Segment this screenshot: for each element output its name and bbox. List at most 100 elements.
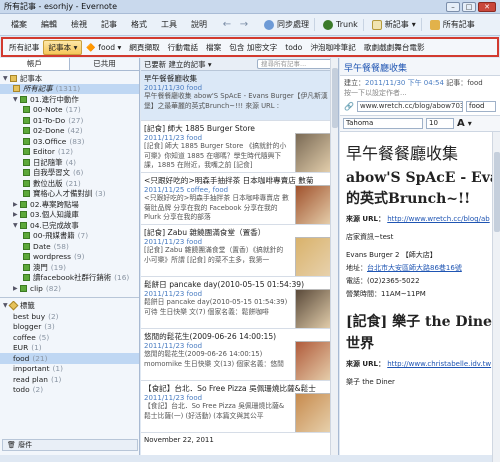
menu-format[interactable]: 格式 [124,19,154,30]
chevron-down-icon[interactable]: ▾ [412,20,416,29]
window-title: 所有記事 - esorhjy - Evernote [4,2,117,11]
sidebar-notebook-item[interactable]: 03.Office (83) [0,136,139,147]
menu-note[interactable]: 記事 [94,19,124,30]
back-arrow-icon[interactable]: ← [220,18,234,32]
sidebar-tag-item[interactable]: food (21) [0,353,139,364]
sidebar-notebook-item[interactable]: Editor (12) [0,147,139,158]
note-card[interactable]: 悠閒的鬆花生(2009-06-26 14:00:15) 2011/11/23 fo… [141,329,338,381]
tag-field[interactable]: food [466,101,496,112]
filter-food[interactable]: 🔶 food ▾ [82,42,125,53]
size-select[interactable]: 10 [426,118,454,129]
tab-account[interactable]: 帳戶 [0,58,70,70]
sync-label: 同步處理 [277,20,309,29]
filter-files[interactable]: 檔案 [202,41,225,54]
forward-arrow-icon[interactable]: → [237,18,251,32]
menu-file[interactable]: 檔案 [4,19,34,30]
notebook-count: (16) [114,273,130,283]
trunk-button[interactable]: Trunk [318,18,364,31]
font-select[interactable]: Tahoma [343,118,423,129]
notebook-value[interactable]: food [467,79,482,87]
sidebar-notebook-item[interactable]: 日記隨筆 (4) [0,157,139,168]
note-card[interactable]: [記食] Zabu 雜饒團滿食堂（置香） 2011/11/23 food [記食] … [141,225,338,277]
scroll-thumb[interactable] [494,152,500,232]
close-icon[interactable]: ✕ [478,1,496,12]
all-notes-count: (1311) [55,84,81,94]
sidebar-notebook-item[interactable]: 自我學習文 (6) [0,168,139,179]
note-card[interactable]: 【食記】台北．So Free Pizza 吳佩珊燒比薩&鬆士 2011/11/23… [141,381,338,433]
tab-shared[interactable]: 已共用 [70,58,139,70]
note-title[interactable]: 早午餐餐廳收集 [340,58,500,76]
sidebar-notebook-item[interactable]: 讀facebook社群行銷術 (16) [0,273,139,284]
source-url-link-2[interactable]: http://www.christabelle.idv.tw [387,360,491,368]
note-content[interactable]: 早午餐餐廳收集 abow'S SpAcE - Evans 的英式Brunch~!… [340,132,500,462]
sidebar-item-all-notes[interactable]: 所有記事 (1311) [0,83,139,94]
chevron-down-icon[interactable]: ▼ [13,96,20,103]
filter-all-notes[interactable]: 所有記事 [5,41,43,54]
chevron-down-icon[interactable]: ▾ [468,119,472,128]
chevron-right-icon[interactable]: ▶ [13,285,20,292]
sidebar-tag-item[interactable]: best buy (2) [0,311,139,322]
sidebar-notebook-item[interactable]: ▼ 04.已完成故事 [0,220,139,231]
url-field[interactable]: www.wretch.cc/blog/abow703... [356,101,463,112]
sidebar-notebook-item[interactable]: ▶ clip (82) [0,283,139,294]
maximize-icon[interactable]: □ [462,1,476,12]
trash-item[interactable]: 🗑 廢件 [2,439,138,451]
menu-tools[interactable]: 工具 [154,19,184,30]
sidebar-notebook-item[interactable]: 數位出版 (21) [0,178,139,189]
scroll-thumb[interactable] [332,68,338,128]
sidebar-notebook-item[interactable]: ▼ 01.進行中動作 [0,94,139,105]
menu-help[interactable]: 說明 [184,19,214,30]
font-color-icon[interactable]: A [457,118,465,129]
sidebar-notebook-item[interactable]: Date (58) [0,241,139,252]
filter-mobile[interactable]: 行動電話 [164,41,202,54]
sidebar-tag-item[interactable]: EUR (1) [0,343,139,354]
note-list-scrollbar[interactable] [330,58,338,455]
tags-header[interactable]: ▼ 標籤 [0,300,139,312]
chevron-down-icon[interactable]: ▼ [3,75,10,82]
sync-button[interactable]: 同步處理 [259,18,315,31]
sidebar-notebook-item[interactable]: 寶格心人才備對訓 (3) [0,189,139,200]
note-card[interactable]: [記食] 師大 1885 Burger Store 2011/11/23 food… [141,121,338,173]
sidebar-notebook-item[interactable]: ▶ 03.個人知識庫 [0,210,139,221]
filter-coffee-notes[interactable]: 沖泡咖啡筆記 [306,41,360,54]
chevron-right-icon[interactable]: ▶ [13,201,20,208]
sidebar-notebook-item[interactable]: ▶ 02.專案跨點場 [0,199,139,210]
editor-scrollbar[interactable] [492,132,500,462]
note-card[interactable]: <只跟好吃的>明森手抽拌茶 日本咖啡專賣店 數菊 2011/11/25 coffe… [141,173,338,225]
filter-notebook[interactable]: 記事本 ▾ [43,39,83,55]
minimize-icon[interactable]: – [446,1,460,12]
new-note-button[interactable]: 新記事 ▾ [367,18,422,31]
sidebar-notebook-item[interactable]: 02-Done (42) [0,126,139,137]
sidebar-notebook-item[interactable]: 00-Note (17) [0,105,139,116]
chevron-down-icon[interactable]: ▼ [13,222,20,229]
sidebar-notebook-item[interactable]: 澳門 (19) [0,262,139,273]
all-notes-button[interactable]: 所有記事 [425,18,480,31]
filter-web-clip[interactable]: 網頁擷取 [125,41,163,54]
author-field[interactable]: 按一下以設定作者... [344,88,496,98]
sidebar-tag-item[interactable]: todo (2) [0,385,139,396]
sidebar-notebook-item[interactable]: wordpress (9) [0,252,139,263]
note-card-date: 2011/11/23 [144,394,185,402]
search-input[interactable]: 搜尋所有記事... [257,59,335,69]
chevron-right-icon[interactable]: ▶ [13,211,20,218]
sidebar-tag-item[interactable]: read plan (1) [0,374,139,385]
tag-count: (3) [44,322,55,332]
filter-encrypted[interactable]: 包含 加密文字 [225,41,281,54]
menu-view[interactable]: 檢視 [64,19,94,30]
note-card[interactable]: 鬆餅日 pancake day(2010-05-15 01:54:39) 2011… [141,277,338,329]
notebook-label: Date [33,241,51,251]
address-link[interactable]: 台北市大安區師大路86巷16號 [367,264,462,272]
sidebar-tag-item[interactable]: coffee (5) [0,332,139,343]
sidebar-notebook-item[interactable]: 01-To-Do (27) [0,115,139,126]
sort-dropdown[interactable]: 已要新 建立的記事 ▾ [144,59,212,70]
filter-todo[interactable]: todo [281,42,306,53]
tag-list: best buy (2) blogger (3) coffee (5) EUR (1) food… [0,311,139,395]
sidebar-notebook-item[interactable]: 00-飛媒書籍 (7) [0,231,139,242]
source-url-link[interactable]: http://www.wretch.cc/blog/ab [387,215,489,223]
notebooks-header[interactable]: ▼ 記事本 [0,73,139,84]
note-card[interactable]: 早午餐餐廳收集 2011/11/30 food 早午餐餐廳收集 abow'S SpA… [141,71,338,121]
filter-opera[interactable]: 歌劇戲劇舞台電影 [360,41,429,54]
sidebar-tag-item[interactable]: important (1) [0,364,139,375]
menu-edit[interactable]: 編輯 [34,19,64,30]
sidebar-tag-item[interactable]: blogger (3) [0,322,139,333]
